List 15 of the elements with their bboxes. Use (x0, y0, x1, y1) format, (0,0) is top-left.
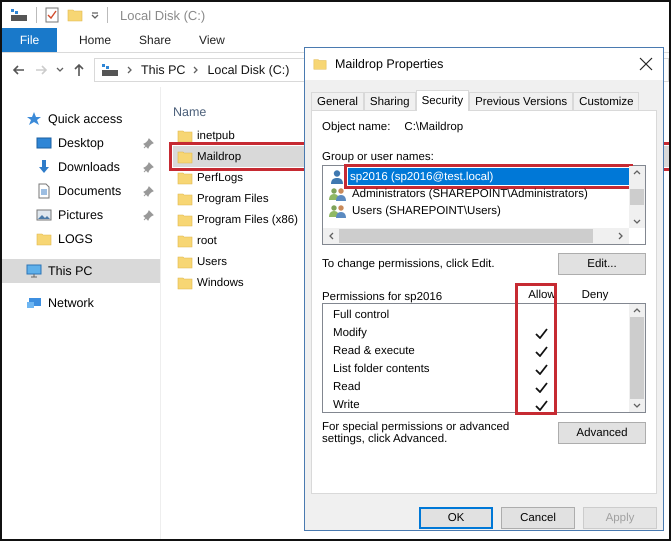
permission-name: Write (332, 399, 361, 411)
permissions-label: Permissions for sp2016 (322, 291, 444, 303)
advanced-hint: For special permissions or advanced settings, click Advanced. (322, 421, 510, 445)
dialog-title: Maildrop Properties (335, 57, 444, 71)
object-name-label: Object name: (322, 121, 390, 133)
window-title: Local Disk (C:) (120, 8, 206, 22)
column-header: Deny (580, 288, 610, 303)
permission-name: Full control (332, 309, 390, 321)
permission-name: Read & execute (332, 345, 416, 357)
group-label: Group or user names: (322, 151, 434, 163)
permission-name: Read (332, 381, 362, 393)
change-hint: To change permissions, click Edit. (322, 258, 495, 270)
permission-name: Modify (332, 327, 368, 339)
permission-name: List folder contents (332, 363, 431, 375)
object-name-value: C:\Maildrop (404, 121, 464, 133)
